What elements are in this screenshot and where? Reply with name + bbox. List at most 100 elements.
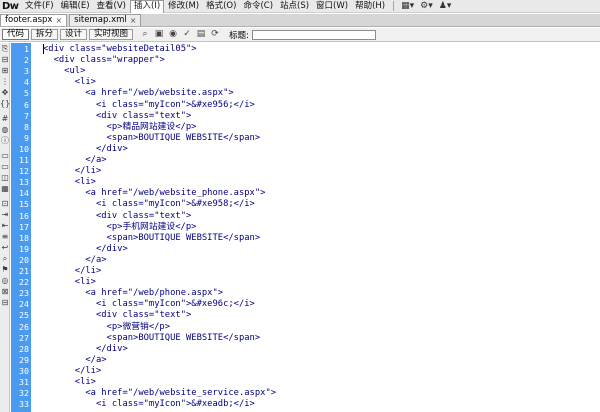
design-view-button[interactable]: 设计 <box>60 29 88 40</box>
code-line[interactable]: </li> <box>43 266 102 276</box>
menu-item[interactable]: 窗口(W) <box>313 0 351 13</box>
code-line[interactable]: </div> <box>43 344 128 354</box>
close-icon[interactable]: × <box>55 15 62 26</box>
code-line[interactable]: <i class="myIcon">&#xe958;</i> <box>43 199 255 209</box>
code-line[interactable]: <a href="/web/website_service.aspx"> <box>43 388 276 398</box>
move-css-icon[interactable]: ⊡ <box>0 198 10 209</box>
code-line[interactable]: <div class="websiteDetail05"> <box>43 44 197 54</box>
menu-item[interactable]: 帮助(H) <box>352 0 388 13</box>
refresh-icon[interactable]: ⟳ <box>209 29 221 40</box>
close-icon[interactable]: × <box>130 15 137 26</box>
line-number: 4 <box>24 77 29 88</box>
multiscreen-icon[interactable]: ▣ <box>153 29 165 40</box>
code-view-button[interactable]: 代码 <box>2 29 30 40</box>
code-line[interactable]: </a> <box>43 255 106 265</box>
inspect-icon[interactable]: ⌕ <box>139 29 151 40</box>
highlight-invalid-icon[interactable]: ◍ <box>0 124 10 135</box>
menu-item[interactable]: 插入(I) <box>130 0 165 13</box>
line-number: 31 <box>19 377 29 387</box>
reference-icon[interactable]: ⊟ <box>0 297 10 308</box>
code-line[interactable]: <i class="myIcon">&#xeadb;</i> <box>43 399 255 409</box>
line-number: 28 <box>19 343 29 354</box>
collapse-tag-icon[interactable]: ⊟ <box>0 54 10 65</box>
menu-item[interactable]: 命令(C) <box>240 0 276 13</box>
outdent-icon[interactable]: ⇤ <box>0 220 10 231</box>
expand-all-icon[interactable]: ⋮ <box>0 76 10 87</box>
title-input[interactable] <box>251 29 376 40</box>
line-number: 20 <box>19 254 29 265</box>
code-line[interactable]: <i class="myIcon">&#xe956;</i> <box>43 100 255 110</box>
wrap-tag-icon[interactable]: ◫ <box>0 172 10 183</box>
code-line[interactable]: <span>BOUTIQUE WEBSITE</span> <box>43 133 261 143</box>
code-line[interactable]: <p>手机网站建设</p> <box>43 222 197 232</box>
code-line[interactable]: </div> <box>43 144 128 154</box>
code-line[interactable]: <ul> <box>43 66 85 76</box>
line-number: 19 <box>19 243 29 254</box>
menu-item[interactable]: 格式(O) <box>203 0 239 13</box>
bookmark-icon[interactable]: ⚑ <box>0 264 10 275</box>
collapse-selection-icon[interactable]: ⊞ <box>0 65 10 76</box>
code-line[interactable]: <li> <box>43 277 96 287</box>
code-line[interactable]: <span>BOUTIQUE WEBSITE</span> <box>43 233 261 243</box>
code-line[interactable]: <i class="myIcon">&#xe96c;</i> <box>43 299 255 309</box>
format-source-icon[interactable]: ≡ <box>0 231 10 242</box>
tab-footer[interactable]: footer.aspx × <box>0 14 68 26</box>
menu-item[interactable]: 站点(S) <box>277 0 312 13</box>
line-number: 27 <box>19 332 29 343</box>
balance-braces-icon[interactable]: {} <box>0 98 10 109</box>
code-line[interactable]: <p>微营销</p> <box>43 322 170 332</box>
code-line[interactable]: </div> <box>43 244 128 254</box>
line-number: 18 <box>19 232 29 243</box>
remove-comment-icon[interactable]: ▭ <box>0 161 10 172</box>
coding-toolbar: ⎘ ⊟ ⊞ ⋮ ✥ {} # ◍ ⓘ ▭ ▭ ◫ ▦ ⊡ ⇥ ⇤ ≡ ↩ ⌕ ⚑… <box>0 43 10 412</box>
code-line[interactable]: <div class="wrapper"> <box>43 55 165 65</box>
code-editor[interactable]: <div class="websiteDetail05"> <div class… <box>31 43 600 412</box>
line-numbers-icon[interactable]: # <box>0 113 10 124</box>
code-line[interactable]: <div class="text"> <box>43 111 191 121</box>
code-line[interactable]: <li> <box>43 377 96 387</box>
menu-item[interactable]: 查看(V) <box>94 0 129 13</box>
gear-icon[interactable]: ⚙▾ <box>417 0 436 13</box>
indent-icon[interactable]: ⇥ <box>0 209 10 220</box>
menu-bar: Dw 文件(F) 编辑(E) 查看(V) 插入(I) 修改(M) 格式(O) 命令(C) 站点… <box>0 0 600 13</box>
code-line[interactable]: </a> <box>43 355 106 365</box>
tag-chooser-icon[interactable]: ⊠ <box>0 286 10 297</box>
code-line[interactable]: <a href="/web/website.aspx"> <box>43 88 233 98</box>
layout-icon[interactable]: ▦▾ <box>398 0 417 13</box>
apply-comment-icon[interactable]: ▭ <box>0 150 10 161</box>
open-documents-icon[interactable]: ⎘ <box>0 43 10 54</box>
validate-icon[interactable]: ◎ <box>0 275 10 286</box>
select-parent-icon[interactable]: ✥ <box>0 87 10 98</box>
code-line[interactable]: <p>精品网站建设</p> <box>43 122 197 132</box>
live-view-button[interactable]: 实时视图 <box>89 29 134 40</box>
line-number: 30 <box>19 365 29 376</box>
line-number: 29 <box>19 354 29 365</box>
code-line[interactable]: </li> <box>43 166 102 176</box>
menu-item[interactable]: 文件(F) <box>22 0 57 13</box>
code-line[interactable]: <div class="text"> <box>43 310 191 320</box>
line-number: 3 <box>24 66 29 77</box>
split-view-button[interactable]: 拆分 <box>31 29 59 40</box>
code-line[interactable]: </li> <box>43 366 102 376</box>
title-label: 标题: <box>229 30 249 41</box>
tab-sitemap[interactable]: sitemap.xml × <box>69 14 142 26</box>
info-icon[interactable]: ⓘ <box>0 135 10 146</box>
code-line[interactable]: </a> <box>43 155 106 165</box>
wrap-icon[interactable]: ↩ <box>0 242 10 253</box>
code-line[interactable]: <li> <box>43 77 96 87</box>
line-number-gutter: 1 2 3 4 5 6 7 8 9 10 11 12 13 14 15 16 17 18 19 20 21 22 23 24 2… <box>11 43 31 412</box>
check-page-icon[interactable]: ✓ <box>181 29 193 40</box>
user-icon[interactable]: ♟▾ <box>436 0 455 13</box>
code-line[interactable]: <span>BOUTIQUE WEBSITE</span> <box>43 333 261 343</box>
code-line[interactable]: <a href="/web/phone.aspx"> <box>43 288 223 298</box>
search-icon[interactable]: ⌕ <box>0 253 10 264</box>
browser-preview-icon[interactable]: ◉ <box>167 29 179 40</box>
visual-aids-icon[interactable]: ▤ <box>195 29 207 40</box>
code-line[interactable]: <li> <box>43 177 96 187</box>
code-line[interactable]: <a href="/web/website_phone.aspx"> <box>43 188 265 198</box>
recent-snippets-icon[interactable]: ▦ <box>0 183 10 194</box>
line-number: 1 <box>24 44 29 54</box>
code-line[interactable]: <div class="text"> <box>43 211 191 221</box>
menu-item[interactable]: 修改(M) <box>165 0 202 13</box>
menu-item[interactable]: 编辑(E) <box>58 0 93 13</box>
